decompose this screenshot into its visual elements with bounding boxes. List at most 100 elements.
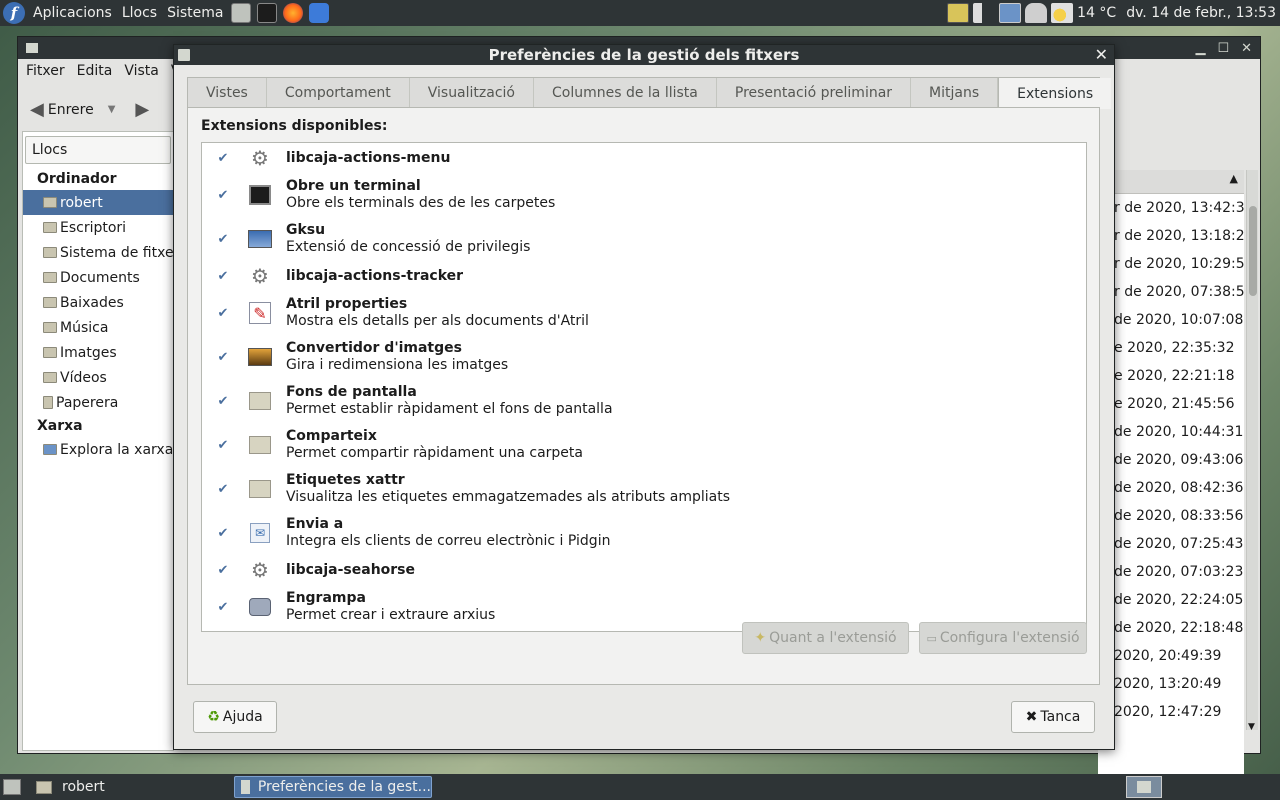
extension-row[interactable]: ✔ Etiquetes xattr Visualitza les etiquetes…: [202, 467, 1086, 511]
fedora-logo-icon[interactable]: f: [3, 2, 25, 24]
menu-view[interactable]: Vista: [124, 63, 159, 79]
extension-row[interactable]: ✔ Gksu Extensió de concessió de privilegis: [202, 217, 1086, 261]
menu-file[interactable]: Fitxer: [26, 63, 65, 79]
configure-extension-button[interactable]: ▭ Configura l'extensió: [919, 622, 1087, 654]
taskbar-button-dialog[interactable]: Preferències de la gest...: [234, 776, 432, 798]
back-button[interactable]: ◀ Enrere ▼: [30, 99, 115, 120]
weather-icon[interactable]: [1051, 3, 1074, 23]
workspace-switcher[interactable]: [1126, 776, 1162, 798]
file-modified-date[interactable]: de 2020, 08:33:56: [1114, 502, 1244, 530]
tab-list-columns[interactable]: Columnes de la llista: [534, 78, 717, 107]
scrollbar[interactable]: ▼: [1246, 170, 1258, 732]
sidebar-item-browse-network[interactable]: Explora la xarxa: [23, 437, 173, 462]
menu-system[interactable]: Sistema: [162, 5, 228, 21]
menu-applications[interactable]: Aplicacions: [28, 5, 117, 21]
extension-row[interactable]: ✔ ⚙ libcaja-seahorse: [202, 555, 1086, 585]
file-modified-date[interactable]: 2020, 12:47:29: [1114, 698, 1244, 726]
extension-checkbox[interactable]: ✔: [216, 306, 230, 321]
file-modified-date[interactable]: e 2020, 21:45:56: [1114, 390, 1244, 418]
scrollbar-thumb[interactable]: [1249, 206, 1257, 296]
file-modified-date[interactable]: r de 2020, 10:29:56: [1114, 250, 1244, 278]
network-icon[interactable]: [999, 3, 1022, 23]
sidebar-item-downloads[interactable]: Baixades: [23, 290, 173, 315]
tab-preview[interactable]: Presentació preliminar: [717, 78, 912, 107]
extension-checkbox[interactable]: ✔: [216, 526, 230, 541]
file-modified-date[interactable]: 2020, 13:20:49: [1114, 670, 1244, 698]
file-modified-date[interactable]: de 2020, 07:03:23: [1114, 558, 1244, 586]
extension-checkbox[interactable]: ✔: [216, 600, 230, 615]
file-modified-date[interactable]: de 2020, 22:24:05: [1114, 586, 1244, 614]
file-modified-date[interactable]: e 2020, 22:35:32: [1114, 334, 1244, 362]
extension-row[interactable]: ✔ Fons de pantalla Permet establir ràpidam…: [202, 379, 1086, 423]
file-modified-date[interactable]: de 2020, 09:43:06: [1114, 446, 1244, 474]
extension-checkbox[interactable]: ✔: [216, 269, 230, 284]
terminal-icon[interactable]: [257, 3, 278, 23]
show-desktop-icon[interactable]: [3, 779, 21, 795]
file-modified-date[interactable]: r de 2020, 13:42:35: [1114, 194, 1244, 222]
tab-behavior[interactable]: Comportament: [267, 78, 410, 107]
volume-icon[interactable]: [973, 3, 996, 23]
window-menu-icon[interactable]: [26, 43, 38, 53]
about-extension-button[interactable]: ✦ Quant a l'extensió: [742, 622, 909, 654]
close-icon[interactable]: ✕: [1095, 45, 1108, 64]
extension-row[interactable]: ✔ ✉ Envia a Integra els clients de correu e…: [202, 511, 1086, 555]
extension-row[interactable]: ✔ ✎ Atril properties Mostra els detalls per…: [202, 291, 1086, 335]
forward-button[interactable]: ▶: [135, 99, 149, 120]
updates-icon[interactable]: [1025, 3, 1048, 23]
sidebar-item-videos[interactable]: Vídeos: [23, 365, 173, 390]
close-icon[interactable]: ✕: [1241, 41, 1252, 56]
file-modified-date[interactable]: de 2020, 22:18:48: [1114, 614, 1244, 642]
clock[interactable]: dv. 14 de febr., 13:53: [1126, 5, 1276, 21]
extension-checkbox[interactable]: ✔: [216, 151, 230, 166]
close-button[interactable]: ✖ Tanca: [1011, 701, 1095, 733]
file-modified-date[interactable]: de 2020, 10:44:31: [1114, 418, 1244, 446]
sidebar-item-music[interactable]: Música: [23, 315, 173, 340]
file-modified-date[interactable]: 2020, 20:49:39: [1114, 642, 1244, 670]
file-manager-icon[interactable]: [231, 3, 252, 23]
column-header[interactable]: ▲: [1098, 170, 1244, 194]
scroll-down-icon[interactable]: ▼: [1248, 722, 1255, 732]
extension-checkbox[interactable]: ✔: [216, 482, 230, 497]
mail-icon[interactable]: [309, 3, 330, 23]
file-modified-date[interactable]: de 2020, 07:25:43: [1114, 530, 1244, 558]
tab-extensions[interactable]: Extensions: [998, 78, 1112, 109]
extension-checkbox[interactable]: ✔: [216, 188, 230, 203]
minimize-icon[interactable]: ▁: [1195, 41, 1205, 56]
extension-checkbox[interactable]: ✔: [216, 563, 230, 578]
tab-views[interactable]: Vistes: [188, 78, 267, 107]
tab-display[interactable]: Visualització: [410, 78, 534, 107]
file-modified-date[interactable]: de 2020, 08:42:36: [1114, 474, 1244, 502]
extension-row[interactable]: ✔ Obre un terminal Obre els terminals des …: [202, 173, 1086, 217]
weather-temperature[interactable]: 14 °C: [1077, 5, 1116, 21]
sidebar-item-robert[interactable]: robert: [23, 190, 173, 215]
menu-edit[interactable]: Edita: [77, 63, 113, 79]
firefox-icon[interactable]: [283, 3, 304, 23]
extension-row[interactable]: ✔ ⚙ libcaja-actions-tracker: [202, 261, 1086, 291]
places-combo[interactable]: Llocs: [25, 136, 171, 164]
file-modified-date[interactable]: r de 2020, 07:38:53: [1114, 278, 1244, 306]
file-modified-date[interactable]: r de 2020, 13:18:23: [1114, 222, 1244, 250]
file-modified-date[interactable]: e 2020, 22:21:18: [1114, 362, 1244, 390]
help-button[interactable]: ♻ Ajuda: [193, 701, 277, 733]
extension-row[interactable]: ✔ Comparteix Permet compartir ràpidament u…: [202, 423, 1086, 467]
sidebar-item-desktop[interactable]: Escriptori: [23, 215, 173, 240]
maximize-icon[interactable]: ☐: [1217, 41, 1229, 56]
sidebar-item-documents[interactable]: Documents: [23, 265, 173, 290]
sidebar-item-trash[interactable]: Paperera: [23, 390, 173, 415]
extension-checkbox[interactable]: ✔: [216, 438, 230, 453]
extension-checkbox[interactable]: ✔: [216, 394, 230, 409]
sort-up-icon[interactable]: ▲: [1230, 172, 1238, 185]
extension-checkbox[interactable]: ✔: [216, 232, 230, 247]
extension-row[interactable]: ✔ Convertidor d'imatges Gira i redimension…: [202, 335, 1086, 379]
tab-media[interactable]: Mitjans: [911, 78, 999, 107]
display-icon[interactable]: [947, 3, 970, 23]
chevron-down-icon[interactable]: ▼: [108, 104, 116, 115]
taskbar-button-folder[interactable]: robert: [36, 776, 105, 798]
extension-checkbox[interactable]: ✔: [216, 350, 230, 365]
menu-places[interactable]: Llocs: [117, 5, 162, 21]
extension-row[interactable]: ✔ ⚙ libcaja-actions-menu: [202, 143, 1086, 173]
file-modified-date[interactable]: de 2020, 10:07:08: [1114, 306, 1244, 334]
window-menu-icon[interactable]: [178, 49, 190, 61]
sidebar-item-pictures[interactable]: Imatges: [23, 340, 173, 365]
sidebar-item-filesystem[interactable]: Sistema de fitxer: [23, 240, 179, 265]
